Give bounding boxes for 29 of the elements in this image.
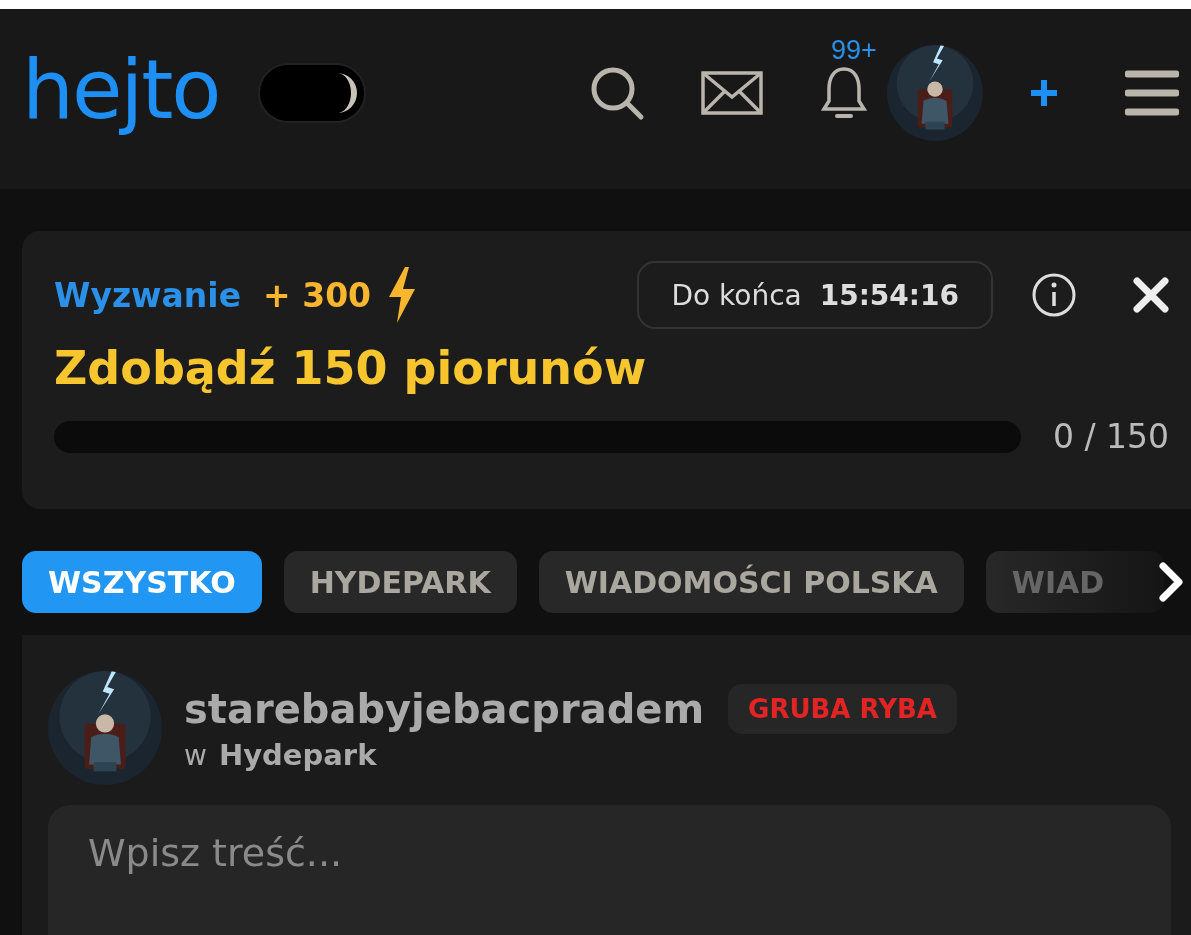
challenge-title: Zdobądź 150 piorunów [54,341,648,395]
messages-button[interactable] [701,71,763,116]
close-icon [1133,277,1169,313]
category-tab[interactable]: WIAD [985,551,1165,613]
community-prefix: w [184,739,207,772]
menu-button[interactable] [1125,69,1179,118]
category-tab[interactable]: HYDEPARK [283,551,517,613]
category-tab[interactable]: WIADOMOŚCI POLSKA [538,551,964,613]
info-button[interactable] [1031,272,1077,318]
plus-icon [1029,78,1059,109]
progress-reading: 0 / 150 [1052,417,1169,456]
info-icon [1031,272,1077,318]
challenge-label: Wyzwanie [54,275,242,315]
add-button[interactable] [1029,78,1059,109]
category-tab[interactable]: WSZYSTKO [22,551,262,613]
close-button[interactable] [1133,277,1169,313]
post-input-field[interactable]: Wpisz treść... [48,805,1171,935]
search-button[interactable] [589,65,645,122]
reward-points: + 300 [263,275,372,315]
timer-value: 15:54:16 [819,278,959,312]
search-icon [589,65,645,122]
rank-badge: GRUBA RYBA [728,684,957,734]
community-link[interactable]: Hydepark [218,738,377,772]
timer-label: Do końca [671,278,802,312]
notification-count: 99+ [831,35,877,67]
author-name: starebabyjebacpradem [184,686,705,732]
chevron-right-icon [1158,562,1184,602]
menu-icon [1125,69,1179,118]
envelope-icon [701,71,763,116]
